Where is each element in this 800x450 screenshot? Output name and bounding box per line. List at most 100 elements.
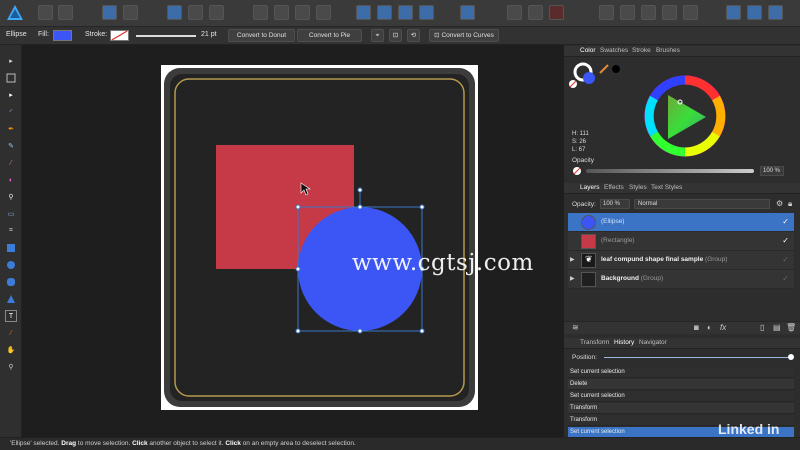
zoom-tool-icon[interactable]: ⚲	[5, 361, 17, 373]
arrange-up-icon[interactable]	[295, 5, 310, 20]
vector-brush-icon[interactable]: ⁄	[5, 157, 17, 169]
select-icon[interactable]	[167, 5, 182, 20]
canvas-area[interactable]: www.cgtsj.com	[22, 45, 563, 437]
gear-icon[interactable]: ⚙	[776, 199, 783, 208]
mask-icon[interactable]: ◙	[694, 323, 699, 332]
layer-opacity-field[interactable]: 100 %	[600, 199, 630, 209]
history-slider-handle[interactable]	[788, 354, 794, 360]
pencil-tool-icon[interactable]: ✎	[5, 140, 17, 152]
flip-vertical-icon[interactable]	[377, 5, 392, 20]
place-image-icon[interactable]: ▭	[5, 208, 17, 220]
export-persona-icon[interactable]	[58, 5, 73, 20]
snap-grid-icon[interactable]	[528, 5, 543, 20]
grid-icon[interactable]	[507, 5, 522, 20]
history-item[interactable]: Set current selection	[568, 391, 794, 402]
tab-effects[interactable]: Effects	[604, 184, 624, 191]
layers-stack-icon[interactable]: ≋	[572, 323, 579, 332]
tab-text-styles[interactable]: Text Styles	[651, 184, 682, 191]
history-item[interactable]: Transform	[568, 403, 794, 414]
stroke-width-slider[interactable]	[136, 35, 196, 37]
hsl-color-wheel[interactable]	[644, 75, 726, 157]
speech-icon[interactable]	[726, 5, 741, 20]
flip-horizontal-icon[interactable]	[356, 5, 371, 20]
stroke-swatch[interactable]	[110, 30, 129, 41]
rounded-rect-tool-icon[interactable]	[5, 276, 17, 288]
tab-color[interactable]: Color	[580, 47, 596, 54]
visibility-check-icon[interactable]: ✓	[782, 217, 789, 226]
convert-to-curves-button[interactable]: ⊡ Convert to Curves	[429, 29, 499, 42]
magnet-icon[interactable]	[549, 5, 564, 20]
expand-arrow-icon[interactable]: ▶	[570, 275, 575, 282]
color-opacity-field[interactable]: 100 %	[760, 166, 784, 176]
app-logo-icon[interactable]	[6, 4, 24, 22]
history-item[interactable]: Delete	[568, 379, 794, 390]
node-tool-icon[interactable]: ▸	[5, 89, 17, 101]
triangle-tool-icon[interactable]	[5, 293, 17, 305]
fill-swatch[interactable]	[53, 30, 72, 41]
tab-brushes[interactable]: Brushes	[656, 47, 680, 54]
layer-row-background-group[interactable]: ▶ Background (Group) ✓	[568, 270, 794, 289]
artboard-tool-icon[interactable]	[5, 72, 17, 84]
transform-origin-icon[interactable]: ⊡	[389, 29, 402, 42]
layer-row-rectangle[interactable]: (Rectangle) ✓	[568, 232, 794, 251]
expand-arrow-icon[interactable]: ▶	[570, 256, 575, 263]
rotate-icon[interactable]: ⟲	[407, 29, 420, 42]
tab-navigator[interactable]: Navigator	[639, 339, 667, 346]
transform-icon[interactable]	[188, 5, 203, 20]
assistant-icon[interactable]	[102, 5, 117, 20]
align-icon[interactable]	[460, 5, 475, 20]
layer-row-ellipse[interactable]: (Ellipse) ✓	[568, 213, 794, 232]
boolean-subtract-icon[interactable]	[620, 5, 635, 20]
tab-stroke[interactable]: Stroke	[632, 47, 651, 54]
arrange-forward-icon[interactable]	[274, 5, 289, 20]
add-pixel-layer-icon[interactable]: ▤	[773, 323, 781, 332]
convert-to-donut-button[interactable]: Convert to Donut	[228, 29, 295, 42]
boolean-divide-icon[interactable]	[683, 5, 698, 20]
fill-tool-icon[interactable]: ◐	[5, 174, 17, 186]
arrange-front-icon[interactable]	[316, 5, 331, 20]
history-item[interactable]: Set current selection	[568, 367, 794, 378]
rotate-left-icon[interactable]	[398, 5, 413, 20]
tab-styles[interactable]: Styles	[629, 184, 647, 191]
view-icon[interactable]	[768, 5, 783, 20]
add-layer-icon[interactable]: ▯	[760, 323, 764, 332]
rectangle-tool-icon[interactable]	[5, 242, 17, 254]
boolean-intersect-icon[interactable]	[641, 5, 656, 20]
visibility-check-icon[interactable]: ✓	[782, 255, 789, 264]
convert-to-pie-button[interactable]: Convert to Pie	[297, 29, 362, 42]
crop-tool-icon[interactable]: ⌗	[5, 225, 17, 237]
ellipse-tool-icon[interactable]	[5, 259, 17, 271]
history-position-slider[interactable]	[604, 357, 790, 358]
studio-icon[interactable]	[747, 5, 762, 20]
pixel-persona-icon[interactable]	[38, 5, 53, 20]
blend-mode-select[interactable]: Normal	[634, 199, 770, 209]
move-tool-icon[interactable]: ▸	[5, 55, 17, 67]
none-color-icon[interactable]	[568, 79, 578, 89]
fx-icon[interactable]: fx	[720, 323, 726, 332]
visibility-check-icon[interactable]: ✓	[782, 274, 789, 283]
lock-icon[interactable]: 🔒︎	[788, 199, 792, 209]
fill-stroke-selector[interactable]	[572, 61, 622, 91]
bbox-icon[interactable]	[209, 5, 224, 20]
crosshair-icon[interactable]: ⌖	[371, 29, 384, 42]
text-tool-icon[interactable]: T	[5, 310, 17, 322]
tab-layers[interactable]: Layers	[580, 184, 600, 191]
layer-row-leaf-group[interactable]: ▶ ❦ leaf compund shape final sample (Gro…	[568, 251, 794, 270]
tab-transform[interactable]: Transform	[580, 339, 609, 346]
document-page[interactable]	[161, 65, 478, 410]
color-opacity-slider[interactable]	[586, 169, 754, 173]
hand-tool-icon[interactable]: ✋	[5, 344, 17, 356]
boolean-xor-icon[interactable]	[662, 5, 677, 20]
color-picker-icon[interactable]: ⁄	[5, 327, 17, 339]
trash-icon[interactable]: 🗑︎	[786, 323, 796, 332]
visibility-check-icon[interactable]: ✓	[782, 236, 789, 245]
rotate-right-icon[interactable]	[419, 5, 434, 20]
pen-tool-icon[interactable]: ✒	[5, 123, 17, 135]
transparency-tool-icon[interactable]: ⚲	[5, 191, 17, 203]
corner-tool-icon[interactable]: ◜	[5, 106, 17, 118]
snapping-icon[interactable]	[123, 5, 138, 20]
boolean-add-icon[interactable]	[599, 5, 614, 20]
tab-swatches[interactable]: Swatches	[600, 47, 628, 54]
tab-history[interactable]: History	[614, 339, 634, 346]
arrange-back-icon[interactable]	[253, 5, 268, 20]
